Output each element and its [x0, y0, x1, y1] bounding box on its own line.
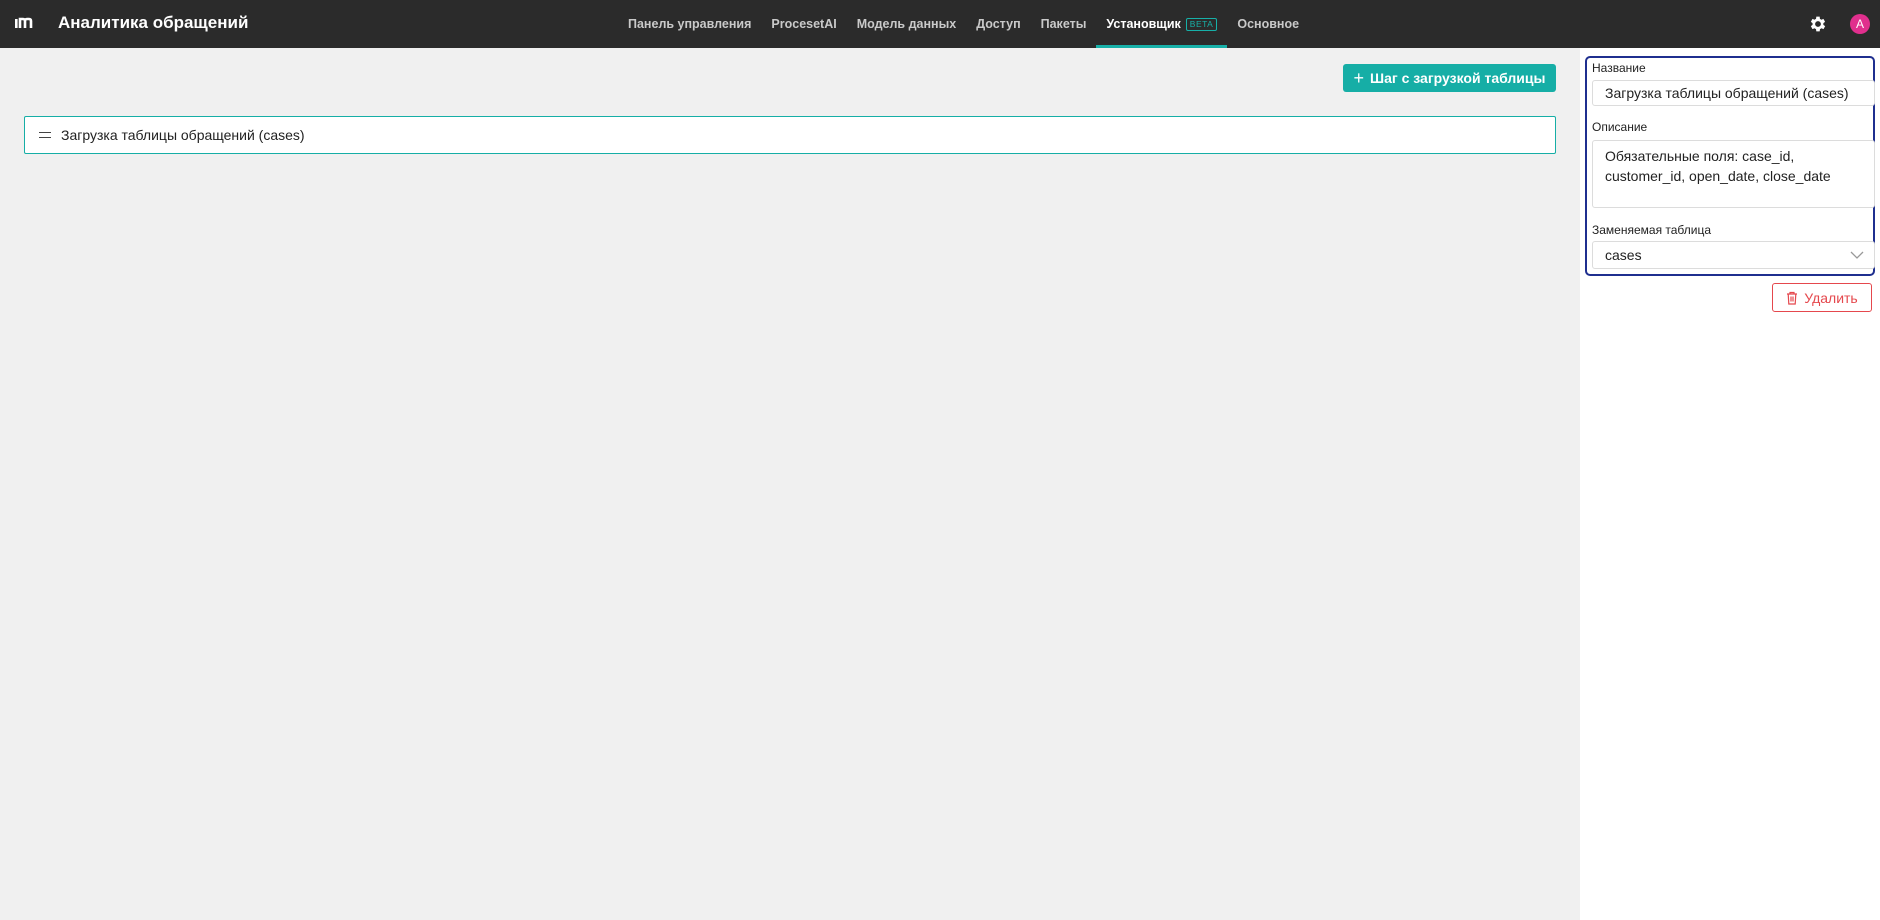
chevron-down-icon — [1850, 251, 1864, 259]
step-row[interactable]: Загрузка таблицы обращений (cases) — [24, 116, 1556, 154]
replaced-table-select[interactable]: cases — [1592, 241, 1875, 269]
logo-icon[interactable] — [14, 13, 36, 33]
nav-item-procesetai[interactable]: ProcesetAI — [761, 0, 846, 48]
nav-label: ProcesetAI — [771, 17, 837, 31]
name-field[interactable]: Загрузка таблицы обращений (cases) — [1592, 80, 1875, 106]
trash-icon — [1787, 291, 1798, 305]
gear-icon[interactable] — [1808, 14, 1828, 34]
beta-badge: BETA — [1185, 17, 1218, 31]
nav-item-dashboard[interactable]: Панель управления — [618, 0, 761, 48]
nav-item-general[interactable]: Основное — [1227, 0, 1309, 48]
add-step-label: Шаг с загрузкой таблицы — [1370, 70, 1546, 86]
nav-item-installer[interactable]: Установщик BETA — [1096, 0, 1228, 48]
app-title: Аналитика обращений — [58, 13, 249, 32]
add-table-load-step-button[interactable]: + Шаг с загрузкой таблицы — [1343, 64, 1556, 92]
nav-label: Основное — [1237, 17, 1300, 31]
description-field[interactable]: Обязательные поля: case_id, customer_id,… — [1592, 140, 1875, 208]
step-properties-form: Название Загрузка таблицы обращений (cas… — [1585, 56, 1875, 276]
main-nav: Панель управления ProcesetAI Модель данн… — [618, 0, 1309, 48]
replaced-table-label: Заменяемая таблица — [1592, 223, 1712, 237]
nav-label: Модель данных — [856, 17, 957, 31]
avatar[interactable]: A — [1850, 14, 1870, 34]
step-properties-panel: Название Загрузка таблицы обращений (cas… — [1580, 48, 1880, 920]
nav-label: Установщик — [1106, 17, 1181, 31]
delete-label: Удалить — [1804, 289, 1858, 306]
delete-button[interactable]: Удалить — [1772, 283, 1872, 312]
nav-item-access[interactable]: Доступ — [966, 0, 1030, 48]
description-label: Описание — [1592, 120, 1648, 134]
name-label: Название — [1592, 61, 1646, 75]
nav-item-data-model[interactable]: Модель данных — [847, 0, 966, 48]
step-title: Загрузка таблицы обращений (cases) — [61, 127, 305, 143]
nav-label: Панель управления — [628, 17, 752, 31]
plus-icon: + — [1353, 68, 1365, 88]
nav-label: Пакеты — [1040, 17, 1087, 31]
top-bar: Аналитика обращений Панель управления Pr… — [0, 0, 1880, 48]
replaced-table-value: cases — [1605, 247, 1642, 263]
nav-label: Доступ — [976, 17, 1021, 31]
nav-item-packages[interactable]: Пакеты — [1031, 0, 1097, 48]
drag-handle-icon[interactable] — [39, 132, 51, 138]
